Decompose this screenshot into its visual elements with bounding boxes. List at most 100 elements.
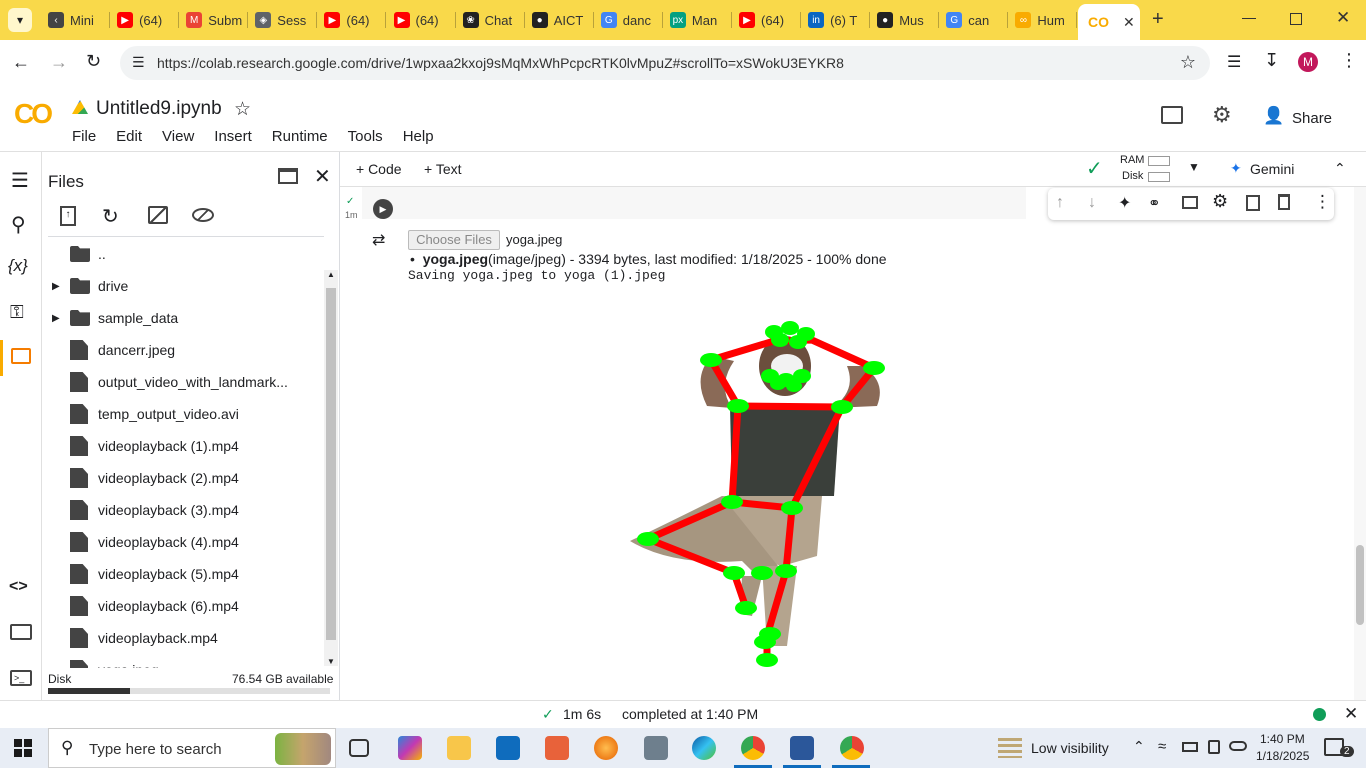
close-tab-icon[interactable]: ✕	[1123, 14, 1135, 31]
menu-view[interactable]: View	[162, 128, 194, 145]
presentation-app-icon[interactable]	[545, 736, 569, 760]
file-explorer-icon[interactable]	[447, 736, 471, 760]
code-snippets-icon[interactable]: <>	[9, 578, 28, 596]
browser-tab[interactable]: ▶ (64)	[320, 6, 387, 34]
tray-chevron-icon[interactable]: ⌃	[1133, 738, 1145, 755]
share-people-icon[interactable]: 👤	[1263, 106, 1284, 126]
browser-tab[interactable]: ● Mus	[873, 6, 940, 34]
back-icon[interactable]: ←	[12, 52, 30, 73]
cell-comment-icon[interactable]	[1182, 196, 1198, 209]
browser-tab[interactable]: ❀ Chat	[459, 6, 525, 34]
browser-tab[interactable]: ▶ (64)	[113, 6, 180, 34]
notebook-title[interactable]: Untitled9.ipynb	[96, 98, 222, 120]
runtime-dropdown-icon[interactable]: ▼	[1188, 160, 1200, 174]
file-item[interactable]: yoga.jpeg	[70, 654, 159, 668]
choose-files-button[interactable]: Choose Files	[408, 230, 500, 250]
menu-file[interactable]: File	[72, 128, 96, 145]
file-item[interactable]: videoplayback (5).mp4	[70, 558, 239, 590]
menu-edit[interactable]: Edit	[116, 128, 142, 145]
files-rail-active[interactable]	[0, 340, 3, 376]
clock-time[interactable]: 1:40 PM	[1260, 732, 1305, 746]
star-icon[interactable]: ☆	[234, 98, 251, 121]
move-up-icon[interactable]: ↑	[1056, 194, 1064, 212]
file-item[interactable]: videoplayback (1).mp4	[70, 430, 239, 462]
menu-help[interactable]: Help	[403, 128, 434, 145]
word-icon[interactable]	[790, 736, 814, 760]
file-item[interactable]: videoplayback.mp4	[70, 622, 218, 654]
expand-caret-icon[interactable]: ▶	[52, 281, 60, 292]
add-text-button[interactable]: + Text	[424, 161, 462, 177]
command-palette-icon[interactable]	[10, 624, 32, 640]
battery-icon[interactable]	[1182, 742, 1198, 752]
file-item[interactable]: videoplayback (4).mp4	[70, 526, 239, 558]
link-icon[interactable]: ⚭	[1148, 194, 1161, 212]
variables-icon[interactable]: {x}	[8, 256, 28, 276]
taskbar-search[interactable]: ⚲ Type here to search	[48, 728, 336, 768]
chrome-icon[interactable]	[840, 736, 864, 760]
menu-insert[interactable]: Insert	[214, 128, 252, 145]
refresh-icon[interactable]: ↻	[102, 204, 119, 229]
upload-file-icon[interactable]: ↑	[60, 206, 76, 226]
profile-avatar[interactable]: M	[1298, 52, 1318, 72]
chrome-profile-icon[interactable]	[741, 736, 765, 760]
add-code-button[interactable]: + Code	[356, 161, 402, 177]
hide-files-icon[interactable]	[192, 208, 214, 222]
file-item[interactable]: ..	[70, 238, 106, 270]
secrets-key-icon[interactable]: ⚿	[10, 302, 24, 323]
browser-tab[interactable]: ▶ (64)	[390, 6, 456, 34]
site-info-icon[interactable]: ☰	[132, 54, 145, 71]
menu-runtime[interactable]: Runtime	[272, 128, 328, 145]
colab-logo[interactable]: CO	[14, 98, 53, 130]
cell-more-icon[interactable]: ⋮	[1314, 192, 1331, 212]
start-button[interactable]	[14, 739, 32, 757]
file-item[interactable]: dancerr.jpeg	[70, 334, 175, 366]
browser-tab[interactable]: px Man	[666, 6, 732, 34]
files-scrollbar[interactable]: ▲ ▼	[324, 270, 338, 666]
notebook-scrollbar[interactable]	[1354, 187, 1366, 700]
minimize-button[interactable]	[1242, 10, 1256, 24]
tab-search-button[interactable]: ▾	[8, 8, 32, 32]
file-item[interactable]: videoplayback (3).mp4	[70, 494, 239, 526]
ai-sparkle-icon[interactable]: ✦	[1118, 193, 1131, 213]
forward-icon[interactable]: →	[50, 52, 68, 73]
output-toggle-icon[interactable]: ⇄	[372, 230, 385, 250]
clock-date[interactable]: 1/18/2025	[1256, 749, 1309, 763]
task-view-icon[interactable]	[349, 739, 369, 757]
active-tab[interactable]: CO ✕	[1078, 4, 1140, 40]
share-button[interactable]: Share	[1292, 110, 1332, 127]
comment-icon[interactable]	[1161, 106, 1183, 124]
status-close-icon[interactable]: ✕	[1344, 704, 1358, 724]
close-panel-icon[interactable]: ✕	[314, 164, 331, 189]
firefox-icon[interactable]	[594, 736, 618, 760]
browser-tab[interactable]: ‹ Mini	[44, 6, 110, 34]
outlook-icon[interactable]	[496, 736, 520, 760]
device-icon[interactable]	[1208, 740, 1220, 754]
browser-tab[interactable]: ∞ Hum	[1011, 6, 1078, 34]
file-item[interactable]: videoplayback (6).mp4	[70, 590, 239, 622]
terminal-icon[interactable]: >_	[10, 670, 32, 686]
file-item[interactable]: ▶ drive	[52, 270, 128, 302]
browser-tab[interactable]: Gcan	[942, 6, 1009, 34]
url-bar[interactable]: ☰ https://colab.research.google.com/driv…	[120, 46, 1210, 80]
browser-tab[interactable]: Gdanc	[597, 6, 663, 34]
bookmark-star-icon[interactable]: ☆	[1180, 52, 1196, 73]
run-cell-button[interactable]: ▶	[373, 199, 393, 219]
browser-tab[interactable]: in (6) T	[804, 6, 871, 34]
browser-tab[interactable]: ◈ Sess	[251, 6, 318, 34]
expand-caret-icon[interactable]: ▶	[52, 313, 60, 324]
media-icon[interactable]: ☰	[1227, 52, 1241, 72]
folder-icon[interactable]	[11, 348, 31, 364]
toc-icon[interactable]: ☰	[11, 168, 29, 193]
file-item[interactable]: temp_output_video.avi	[70, 398, 239, 430]
calculator-icon[interactable]	[644, 736, 668, 760]
mount-drive-off-icon[interactable]	[148, 206, 168, 224]
browser-tab[interactable]: ● AICT	[528, 6, 594, 34]
file-item[interactable]: ▶ sample_data	[52, 302, 178, 334]
search-icon[interactable]: ⚲	[11, 212, 26, 237]
code-cell[interactable]	[362, 187, 1026, 219]
settings-icon[interactable]: ⚙	[1212, 102, 1232, 128]
edge-icon[interactable]	[692, 736, 716, 760]
mirror-cell-icon[interactable]	[1246, 195, 1260, 211]
copilot-icon[interactable]	[398, 736, 422, 760]
gemini-button[interactable]: Gemini	[1250, 161, 1294, 177]
